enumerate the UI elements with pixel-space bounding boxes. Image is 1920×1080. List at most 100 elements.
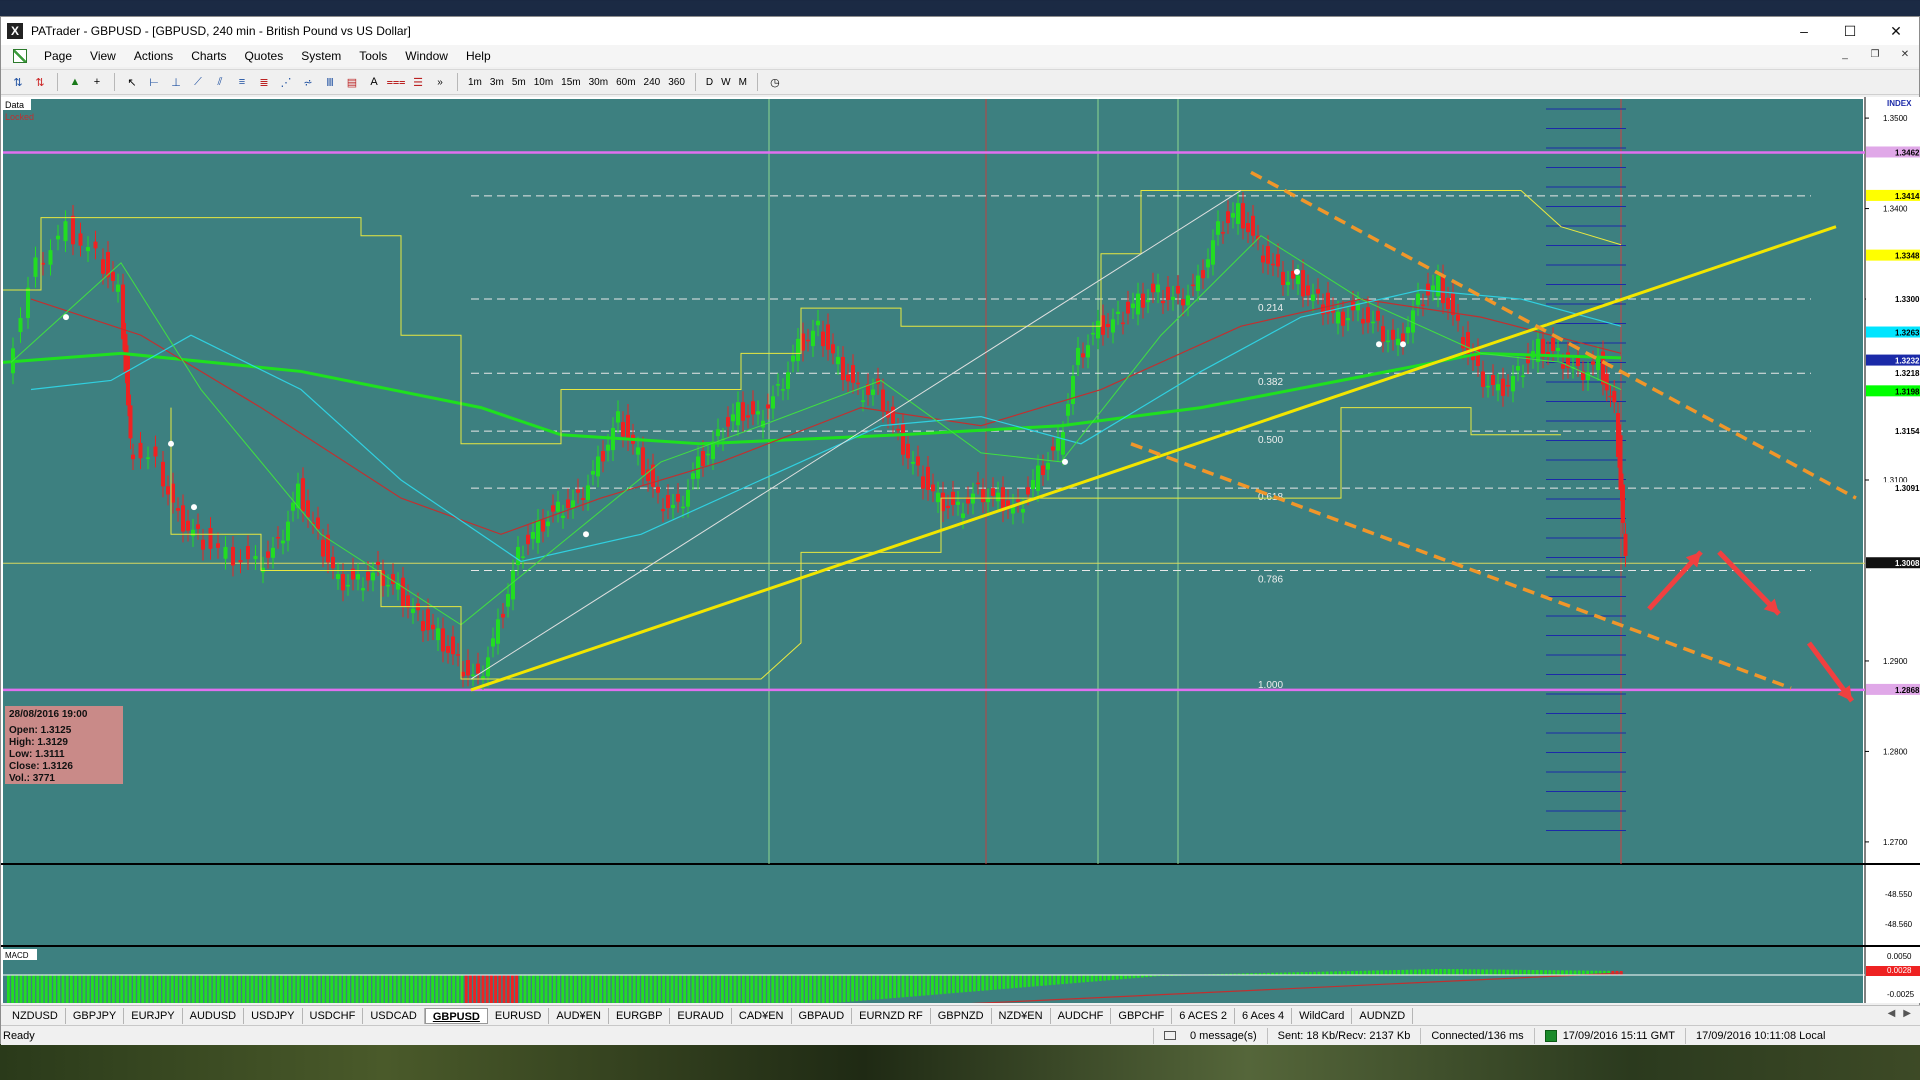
macd-bar [15, 975, 19, 1003]
buy-arrow-icon[interactable]: ⇅ [8, 73, 28, 91]
menu-page[interactable]: Page [35, 49, 81, 63]
symbol-tab-euraud[interactable]: EURAUD [670, 1007, 732, 1024]
horizontal-line-icon[interactable]: ⊢ [144, 73, 164, 91]
candle-body [1618, 435, 1623, 490]
symbol-tab-wildcard[interactable]: WildCard [1292, 1007, 1353, 1024]
pitchfork-icon[interactable]: ⩶ [386, 73, 406, 91]
menu-help[interactable]: Help [457, 49, 500, 63]
pointer-icon[interactable]: ↖ [122, 73, 142, 91]
menu-actions[interactable]: Actions [125, 49, 182, 63]
candle-body [476, 663, 480, 674]
macd-bar [128, 975, 132, 1003]
chart-area[interactable]: Data Locked INDEX MACD 0.214 0.382 0.500 0.618 0… [1, 97, 1920, 1003]
symbol-tab-nzdusd[interactable]: NZDUSD [5, 1007, 66, 1024]
period-daily[interactable]: D [702, 77, 717, 88]
symbol-tab-usdchf[interactable]: USDCHF [303, 1007, 364, 1024]
toolbar-more-button[interactable]: » [430, 73, 450, 91]
symbol-tab-6-aces-4[interactable]: 6 Aces 4 [1235, 1007, 1293, 1024]
menu-system[interactable]: System [292, 49, 350, 63]
symbol-tab-gbpjpy[interactable]: GBPJPY [66, 1007, 125, 1024]
cycle-lines-icon[interactable]: Ⅲ [320, 73, 340, 91]
close-button[interactable]: ✕ [1873, 17, 1919, 45]
tab-scroll-left-icon[interactable]: ◀ [1888, 1008, 1896, 1019]
macd-bar [1128, 975, 1132, 979]
gann-icon[interactable]: ⩫ [298, 73, 318, 91]
menu-view[interactable]: View [81, 49, 125, 63]
symbol-tab-eurnzd-rf[interactable]: EURNZD RF [852, 1007, 931, 1024]
timeframe-60m[interactable]: 60m [612, 77, 639, 88]
macd-bar [687, 975, 691, 1003]
symbol-tab-eurusd[interactable]: EURUSD [488, 1007, 550, 1024]
object-list-icon[interactable]: ☰ [408, 73, 428, 91]
symbol-tab-gbpnzd[interactable]: GBPNZD [931, 1007, 992, 1024]
timeframe-15m[interactable]: 15m [557, 77, 584, 88]
menu-tools[interactable]: Tools [350, 49, 396, 63]
fibonacci-icon[interactable]: ≡ [232, 73, 252, 91]
minimize-button[interactable]: – [1781, 17, 1827, 45]
fib-fan-icon[interactable]: ⋰ [276, 73, 296, 91]
macd-bar [1019, 975, 1022, 988]
timeframe-1m[interactable]: 1m [464, 77, 486, 88]
candle-body [1421, 304, 1425, 306]
ohlc-high: High: 1.3129 [9, 737, 68, 748]
rectangle-icon[interactable]: ▤ [342, 73, 362, 91]
macd-bar [1414, 969, 1417, 975]
symbol-tab-eurgbp[interactable]: EURGBP [609, 1007, 671, 1024]
candle-body [18, 318, 23, 333]
data-label: Data [5, 100, 24, 110]
candle-body [1151, 283, 1155, 293]
symbol-tab-audnzd[interactable]: AUDNZD [1352, 1007, 1414, 1024]
maximize-button[interactable]: ☐ [1827, 17, 1873, 45]
period-weekly[interactable]: W [717, 77, 734, 88]
macd-bar [107, 975, 111, 1003]
fib-extension-icon[interactable]: ≣ [254, 73, 274, 91]
candle-body [641, 447, 645, 476]
crosshair-icon[interactable]: + [87, 73, 107, 91]
macd-bar [880, 975, 884, 1000]
tab-scroll-right-icon[interactable]: ▶ [1903, 1008, 1911, 1019]
app-logo-icon: X [7, 23, 23, 39]
symbol-tab-usdjpy[interactable]: USDJPY [244, 1007, 303, 1024]
timeframe-5m[interactable]: 5m [508, 77, 530, 88]
price-chart[interactable]: DataLockedINDEXMACD0.2140.3820.5000.6180… [1, 97, 1920, 1003]
macd-bar [952, 975, 955, 994]
clock-icon[interactable]: ◷ [765, 73, 785, 91]
candle-body [891, 406, 895, 424]
menu-window[interactable]: Window [396, 49, 457, 63]
candle-body [281, 540, 285, 544]
candle-body [291, 502, 295, 511]
symbol-tab-eurjpy[interactable]: EURJPY [124, 1007, 183, 1024]
symbol-tab-6-aces-2[interactable]: 6 ACES 2 [1172, 1007, 1235, 1024]
timeframe-240[interactable]: 240 [640, 77, 665, 88]
symbol-tab-cad-en[interactable]: CAD¥EN [732, 1007, 792, 1024]
mdi-restore-icon[interactable]: ❐ [1867, 49, 1883, 60]
mdi-close-icon[interactable]: ✕ [1897, 49, 1913, 60]
timeframe-3m[interactable]: 3m [486, 77, 508, 88]
mdi-minimize-icon[interactable]: _ [1837, 49, 1853, 60]
symbol-tab-gbpusd[interactable]: GBPUSD [424, 1007, 488, 1024]
macd-bar [922, 975, 926, 996]
timeframe-30m[interactable]: 30m [585, 77, 612, 88]
timeframe-10m[interactable]: 10m [530, 77, 557, 88]
macd-bar [498, 975, 502, 1003]
menu-charts[interactable]: Charts [182, 49, 235, 63]
candle-body [121, 284, 125, 340]
symbol-tab-gbpaud[interactable]: GBPAUD [792, 1007, 853, 1024]
symbol-tab-audchf[interactable]: AUDCHF [1051, 1007, 1112, 1024]
text-icon[interactable]: A [364, 73, 384, 91]
symbol-tab-gbpchf[interactable]: GBPCHF [1111, 1007, 1173, 1024]
candle-body [976, 482, 980, 485]
vertical-line-icon[interactable]: ⊥ [166, 73, 186, 91]
symbol-tab-audusd[interactable]: AUDUSD [183, 1007, 245, 1024]
messages-cell[interactable]: 0 message(s) [1153, 1027, 1267, 1044]
symbol-tab-usdcad[interactable]: USDCAD [363, 1007, 425, 1024]
trendline-icon[interactable]: ⟋ [188, 73, 208, 91]
chart-type-icon[interactable]: ▲ [65, 73, 85, 91]
channel-icon[interactable]: ⫽ [210, 73, 230, 91]
timeframe-360[interactable]: 360 [664, 77, 689, 88]
symbol-tab-nzd-en[interactable]: NZD¥EN [992, 1007, 1051, 1024]
period-monthly[interactable]: M [735, 77, 751, 88]
menu-quotes[interactable]: Quotes [236, 49, 293, 63]
symbol-tab-aud-en[interactable]: AUD¥EN [549, 1007, 609, 1024]
sell-arrow-icon[interactable]: ⇅ [30, 73, 50, 91]
